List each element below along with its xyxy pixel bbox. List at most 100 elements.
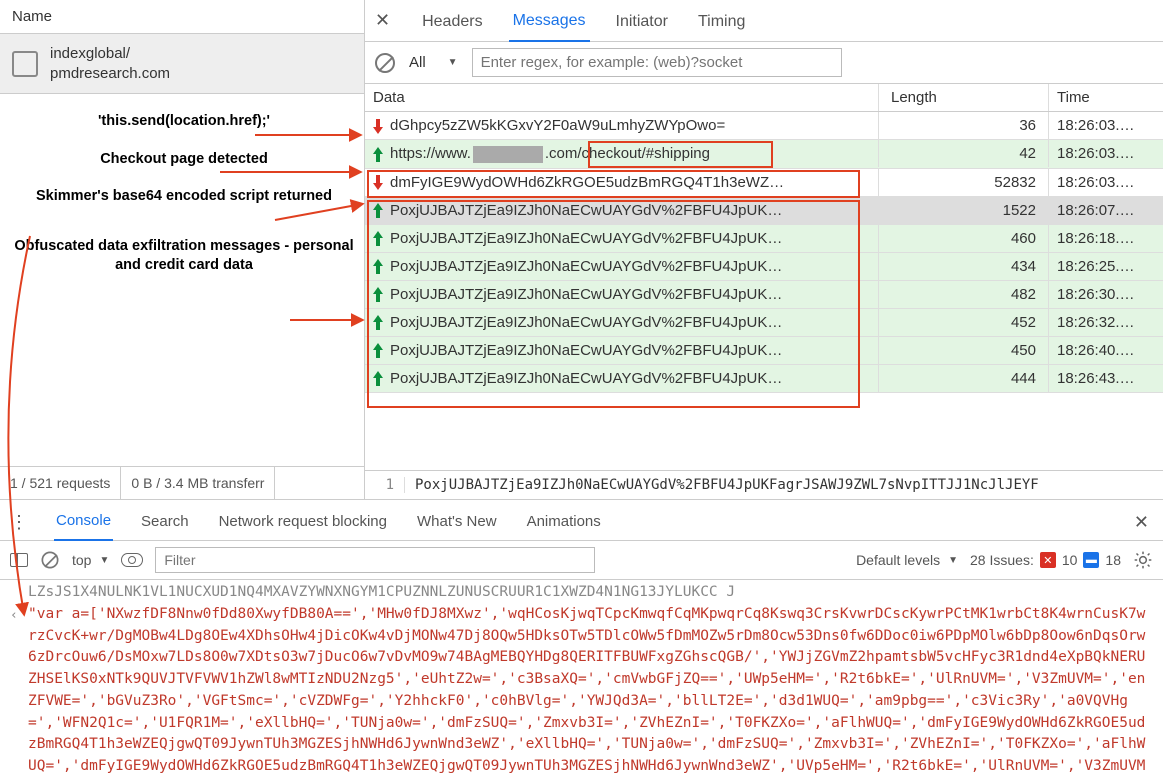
message-data-cell: dGhpcy5zZW5kKGxvY2F0aW9uLmhyZWYpOwo= bbox=[365, 112, 878, 139]
message-data-cell: PoxjUJBAJTZjEa9IZJh0NaECwUAYGdV%2FBFU4Jp… bbox=[365, 197, 878, 224]
message-length-cell: 452 bbox=[878, 309, 1048, 336]
arrow-down-icon bbox=[373, 175, 382, 189]
message-data-cell: PoxjUJBAJTZjEa9IZJh0NaECwUAYGdV%2FBFU4Jp… bbox=[365, 281, 878, 308]
tab-network-blocking[interactable]: Network request blocking bbox=[217, 505, 389, 540]
message-row[interactable]: PoxjUJBAJTZjEa9IZJh0NaECwUAYGdV%2FBFU4Jp… bbox=[365, 281, 1163, 309]
col-data[interactable]: Data bbox=[365, 84, 878, 111]
arrow-up-icon bbox=[373, 203, 382, 217]
redacted-segment bbox=[473, 146, 543, 163]
message-data-cell: PoxjUJBAJTZjEa9IZJh0NaECwUAYGdV%2FBFU4Jp… bbox=[365, 253, 878, 280]
kebab-icon[interactable]: ⋮ bbox=[10, 512, 28, 533]
context-dropdown[interactable]: top ▼ bbox=[72, 552, 109, 568]
message-time-cell: 18:26:03.… bbox=[1048, 140, 1163, 167]
info-badge-icon: ▬ bbox=[1083, 552, 1099, 568]
sidebar-toggle-icon[interactable] bbox=[10, 553, 28, 567]
message-text: dmFyIGE9WydOWHd6ZkRGOE5udzBmRGQ4T1h3eWZ… bbox=[390, 174, 784, 191]
message-detail-row: 1 PoxjUJBAJTZjEa9IZJh0NaECwUAYGdV%2FBFU4… bbox=[365, 470, 1163, 499]
message-data-cell: PoxjUJBAJTZjEa9IZJh0NaECwUAYGdV%2FBFU4Jp… bbox=[365, 337, 878, 364]
annotation-4: Obfuscated data exfiltration messages - … bbox=[14, 237, 354, 276]
message-text: PoxjUJBAJTZjEa9IZJh0NaECwUAYGdV%2FBFU4Jp… bbox=[390, 230, 782, 247]
issues-indicator[interactable]: 28 Issues: ✕10 ▬18 bbox=[970, 552, 1121, 568]
tab-messages[interactable]: Messages bbox=[509, 6, 590, 42]
message-row[interactable]: PoxjUJBAJTZjEa9IZJh0NaECwUAYGdV%2FBFU4Jp… bbox=[365, 309, 1163, 337]
tab-console[interactable]: Console bbox=[54, 504, 113, 541]
console-drawer: ⋮ Console Search Network request blockin… bbox=[0, 500, 1163, 778]
message-length-cell: 52832 bbox=[878, 169, 1048, 196]
clear-console-icon[interactable] bbox=[42, 552, 59, 569]
line-number: 1 bbox=[365, 477, 405, 493]
name-column-header[interactable]: Name bbox=[0, 0, 364, 34]
message-length-cell: 36 bbox=[878, 112, 1048, 139]
tab-headers[interactable]: Headers bbox=[418, 7, 486, 41]
message-time-cell: 18:26:03.… bbox=[1048, 169, 1163, 196]
network-status-bar: 1 / 521 requests 0 B / 3.4 MB transferr bbox=[0, 466, 364, 499]
message-text: https://www..com/checkout/#shipping bbox=[390, 145, 710, 163]
message-time-cell: 18:26:40.… bbox=[1048, 337, 1163, 364]
regex-filter-input[interactable] bbox=[472, 48, 842, 77]
console-code[interactable]: "var a=['NXwzfDF8Nnw0fDd80XwyfDB80A==','… bbox=[28, 604, 1153, 778]
message-length-cell: 42 bbox=[878, 140, 1048, 167]
console-filter-input[interactable] bbox=[155, 547, 595, 573]
message-text: PoxjUJBAJTZjEa9IZJh0NaECwUAYGdV%2FBFU4Jp… bbox=[390, 258, 782, 275]
console-toolbar: top ▼ Default levels ▼ 28 Issues: ✕10 ▬1… bbox=[0, 541, 1163, 580]
message-row[interactable]: PoxjUJBAJTZjEa9IZJh0NaECwUAYGdV%2FBFU4Jp… bbox=[365, 197, 1163, 225]
close-drawer-icon[interactable]: ✕ bbox=[1130, 508, 1153, 537]
message-text: PoxjUJBAJTZjEa9IZJh0NaECwUAYGdV%2FBFU4Jp… bbox=[390, 342, 782, 359]
log-levels-dropdown[interactable]: Default levels ▼ bbox=[856, 552, 958, 568]
message-row[interactable]: PoxjUJBAJTZjEa9IZJh0NaECwUAYGdV%2FBFU4Jp… bbox=[365, 225, 1163, 253]
message-length-cell: 450 bbox=[878, 337, 1048, 364]
message-row[interactable]: PoxjUJBAJTZjEa9IZJh0NaECwUAYGdV%2FBFU4Jp… bbox=[365, 253, 1163, 281]
message-text: PoxjUJBAJTZjEa9IZJh0NaECwUAYGdV%2FBFU4Jp… bbox=[390, 314, 782, 331]
transfer-size: 0 B / 3.4 MB transferr bbox=[121, 467, 275, 499]
message-row[interactable]: dmFyIGE9WydOWHd6ZkRGOE5udzBmRGQ4T1h3eWZ…… bbox=[365, 169, 1163, 197]
close-icon[interactable]: ✕ bbox=[373, 10, 396, 37]
resource-icon bbox=[12, 51, 38, 77]
annotation-3: Skimmer's base64 encoded script returned bbox=[14, 187, 354, 207]
clear-icon[interactable] bbox=[375, 53, 395, 73]
message-text: dGhpcy5zZW5kKGxvY2F0aW9uLmhyZWYpOwo= bbox=[390, 117, 725, 134]
message-data-cell: PoxjUJBAJTZjEa9IZJh0NaECwUAYGdV%2FBFU4Jp… bbox=[365, 225, 878, 252]
message-row[interactable]: PoxjUJBAJTZjEa9IZJh0NaECwUAYGdV%2FBFU4Jp… bbox=[365, 365, 1163, 393]
message-row[interactable]: PoxjUJBAJTZjEa9IZJh0NaECwUAYGdV%2FBFU4Jp… bbox=[365, 337, 1163, 365]
message-row[interactable]: dGhpcy5zZW5kKGxvY2F0aW9uLmhyZWYpOwo= 3618… bbox=[365, 112, 1163, 140]
arrow-up-icon bbox=[373, 315, 382, 329]
message-type-dropdown[interactable]: All ▼ bbox=[405, 52, 462, 73]
annotation-1: 'this.send(location.href);' bbox=[14, 112, 354, 132]
message-time-cell: 18:26:43.… bbox=[1048, 365, 1163, 392]
annotation-2: Checkout page detected bbox=[14, 150, 354, 170]
live-expression-icon[interactable] bbox=[121, 553, 143, 567]
message-data-cell: PoxjUJBAJTZjEa9IZJh0NaECwUAYGdV%2FBFU4Jp… bbox=[365, 365, 878, 392]
gear-icon[interactable] bbox=[1133, 550, 1153, 570]
tab-search[interactable]: Search bbox=[139, 505, 191, 540]
message-length-cell: 434 bbox=[878, 253, 1048, 280]
message-filter-bar: All ▼ bbox=[365, 42, 1163, 84]
message-detail-panel: ✕ Headers Messages Initiator Timing All … bbox=[365, 0, 1163, 499]
message-data-cell: https://www..com/checkout/#shipping bbox=[365, 140, 878, 168]
message-time-cell: 18:26:32.… bbox=[1048, 309, 1163, 336]
message-length-cell: 460 bbox=[878, 225, 1048, 252]
message-data-cell: PoxjUJBAJTZjEa9IZJh0NaECwUAYGdV%2FBFU4Jp… bbox=[365, 309, 878, 336]
arrow-up-icon bbox=[373, 259, 382, 273]
col-length[interactable]: Length bbox=[878, 84, 1048, 111]
message-detail-text[interactable]: PoxjUJBAJTZjEa9IZJh0NaECwUAYGdV%2FBFU4Jp… bbox=[405, 477, 1163, 493]
tab-animations[interactable]: Animations bbox=[525, 505, 603, 540]
tab-timing[interactable]: Timing bbox=[694, 7, 749, 41]
col-time[interactable]: Time bbox=[1048, 84, 1163, 111]
arrow-down-icon bbox=[373, 119, 382, 133]
arrow-up-icon bbox=[373, 147, 382, 161]
message-time-cell: 18:26:03.… bbox=[1048, 112, 1163, 139]
console-line: LZsJS1X4NULNK1VL1NUCXUD1NQ4MXAVZYWNXNGYM… bbox=[28, 582, 1153, 604]
console-output[interactable]: LZsJS1X4NULNK1VL1NUCXUD1NQ4MXAVZYWNXNGYM… bbox=[0, 580, 1163, 778]
message-row[interactable]: https://www..com/checkout/#shipping 4218:… bbox=[365, 140, 1163, 169]
drawer-tabs: ⋮ Console Search Network request blockin… bbox=[0, 500, 1163, 541]
tab-initiator[interactable]: Initiator bbox=[612, 7, 672, 41]
message-length-cell: 482 bbox=[878, 281, 1048, 308]
messages-table[interactable]: Data Length Time dGhpcy5zZW5kKGxvY2F0aW9… bbox=[365, 84, 1163, 470]
arrow-up-icon bbox=[373, 287, 382, 301]
table-header: Data Length Time bbox=[365, 84, 1163, 112]
request-row[interactable]: indexglobal/ pmdresearch.com bbox=[0, 34, 364, 94]
arrow-up-icon bbox=[373, 343, 382, 357]
message-data-cell: dmFyIGE9WydOWHd6ZkRGOE5udzBmRGQ4T1h3eWZ… bbox=[365, 169, 878, 196]
error-badge-icon: ✕ bbox=[1040, 552, 1056, 568]
tab-whats-new[interactable]: What's New bbox=[415, 505, 499, 540]
